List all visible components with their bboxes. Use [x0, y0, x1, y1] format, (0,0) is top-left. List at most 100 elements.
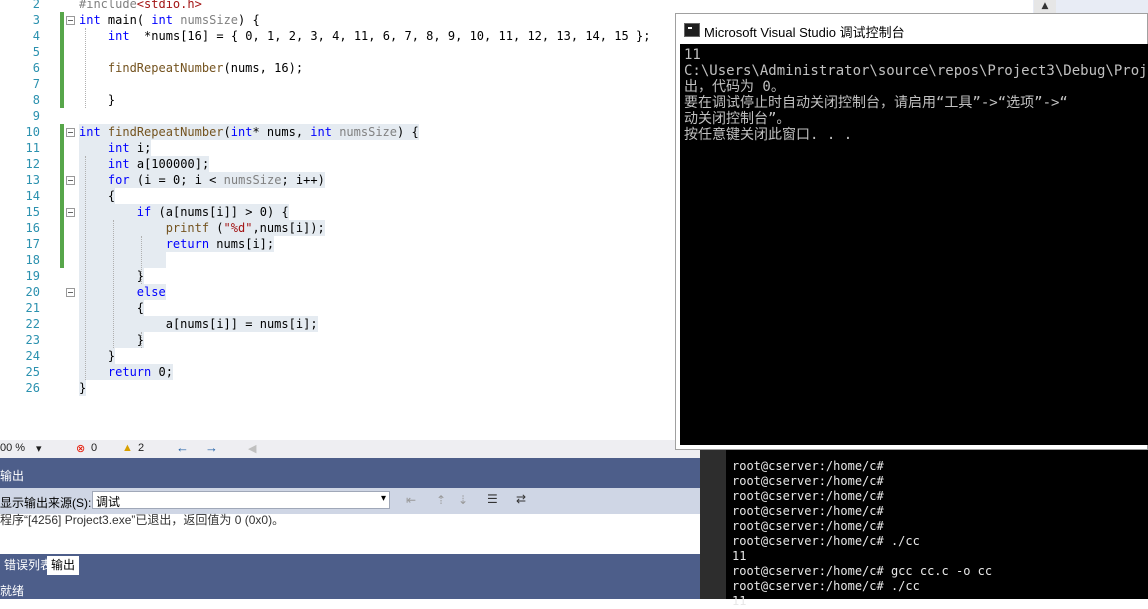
back-arrow-icon[interactable]: ←	[176, 440, 189, 455]
indent-guide	[85, 28, 86, 108]
scroll-left-icon[interactable]: ◀	[248, 442, 256, 455]
line-number: 2	[32, 0, 40, 11]
ssh-terminal[interactable]: root@cserver:/home/c# root@cserver:/home/…	[700, 447, 1148, 608]
code-line[interactable]: return 0;	[79, 364, 173, 380]
error-icon: ⊗	[76, 443, 86, 455]
code-line[interactable]: findRepeatNumber(nums, 16);	[79, 60, 303, 76]
line-number: 21	[25, 301, 40, 315]
line-number: 13	[25, 173, 40, 187]
line-number: 9	[32, 109, 40, 123]
code-line[interactable]: }	[79, 268, 145, 284]
indent-guide	[141, 332, 142, 348]
warning-icon: ▲	[122, 442, 133, 454]
terminal-line: root@cserver:/home/c#	[732, 489, 884, 503]
change-marker	[60, 12, 64, 108]
fold-toggle-icon[interactable]	[66, 176, 75, 185]
code-line[interactable]: else	[79, 284, 166, 300]
output-message: 程序“[4256] Project3.exe”已退出，返回值为 0 (0x0)。	[0, 513, 285, 527]
terminal-line: root@cserver:/home/c#	[732, 519, 884, 533]
terminal-line: root@cserver:/home/c# gcc cc.c -o cc	[732, 564, 993, 578]
clear-all-icon[interactable]: ☰	[487, 492, 498, 506]
console-line: 11	[684, 47, 701, 63]
terminal-line: root@cserver:/home/c# ./cc	[732, 534, 920, 548]
code-line[interactable]: for (i = 0; i < numsSize; i++)	[79, 172, 325, 188]
output-panel-header: 输出	[0, 458, 700, 488]
line-number: 7	[32, 77, 40, 91]
zoom-dropdown-icon[interactable]: ▾	[36, 442, 42, 455]
code-line[interactable]: int findRepeatNumber(int* nums, int nums…	[79, 124, 419, 140]
word-wrap-icon[interactable]: ⇄	[516, 492, 526, 506]
code-line[interactable]: int i;	[79, 140, 152, 156]
output-source-select[interactable]: 调试 ▾	[92, 491, 390, 509]
console-line: C:\Users\Administrator\source\repos\Proj…	[684, 63, 1148, 79]
forward-arrow-icon[interactable]: →	[205, 440, 218, 455]
code-line[interactable]: printf ("%d",nums[i]);	[79, 220, 325, 236]
output-tabs: 错误列表 输出	[0, 554, 700, 577]
code-line[interactable]: #include<stdio.h>	[79, 0, 202, 12]
line-number: 5	[32, 45, 40, 59]
line-number: 16	[25, 221, 40, 235]
line-number: 3	[32, 13, 40, 27]
fold-toggle-icon[interactable]	[66, 288, 75, 297]
change-marker	[60, 124, 64, 268]
line-number: 12	[25, 157, 40, 171]
code-line[interactable]	[79, 252, 166, 268]
indent-guide	[113, 220, 114, 348]
editor-status-bar: 00 % ▾ ⊗ 0 ▲ 2 ← → ◀	[0, 440, 700, 458]
goto-prev-message-icon[interactable]: ⇤	[406, 493, 416, 507]
fold-toggle-icon[interactable]	[66, 208, 75, 217]
line-number: 14	[25, 189, 40, 203]
code-line[interactable]: }	[79, 332, 145, 348]
tab-output[interactable]: 输出	[47, 556, 80, 575]
line-number: 23	[25, 333, 40, 347]
line-number: 6	[32, 61, 40, 75]
code-line[interactable]: a[nums[i]] = nums[i];	[79, 316, 318, 332]
line-number: 25	[25, 365, 40, 379]
terminal-line: 11	[732, 594, 747, 608]
line-number: 24	[25, 349, 40, 363]
warning-count[interactable]: 2	[138, 442, 144, 454]
line-number: 11	[25, 141, 40, 155]
line-number: 4	[32, 29, 40, 43]
code-line[interactable]: int a[100000];	[79, 156, 210, 172]
terminal-line: root@cserver:/home/c#	[732, 474, 884, 488]
console-title: Microsoft Visual Studio 调试控制台	[704, 25, 905, 40]
fold-toggle-icon[interactable]	[66, 128, 75, 137]
fold-toggle-icon[interactable]	[66, 16, 75, 25]
code-line[interactable]: {	[79, 300, 145, 316]
status-text: 就绪	[0, 584, 25, 598]
code-line[interactable]: if (a[nums[i]] > 0) {	[79, 204, 289, 220]
line-number: 17	[25, 237, 40, 251]
terminal-line: root@cserver:/home/c#	[732, 504, 884, 518]
scroll-up-icon[interactable]: ▲	[1034, 0, 1056, 14]
code-line[interactable]: return nums[i];	[79, 236, 275, 252]
output-panel-title: 输出	[0, 469, 25, 483]
line-number: 15	[25, 205, 40, 219]
console-line: 动关闭控制台”。	[684, 111, 791, 127]
indent-guide	[85, 156, 86, 380]
find-prev-icon[interactable]: ⇡	[436, 493, 446, 507]
indent-guide	[141, 236, 142, 284]
line-number: 18	[25, 253, 40, 267]
line-number: 22	[25, 317, 40, 331]
code-line[interactable]: int main( int numsSize) {	[79, 12, 260, 28]
console-line: 要在调试停止时自动关闭控制台，请启用“工具”->“选项”->“	[684, 95, 1068, 111]
code-editor[interactable]: 2 #include<stdio.h> 3 int main( int numsSiz…	[0, 0, 675, 440]
chevron-down-icon: ▾	[380, 493, 386, 504]
debug-console-window[interactable]: Microsoft Visual Studio 调试控制台 11 C:\Users…	[675, 13, 1148, 450]
terminal-line: root@cserver:/home/c# ./cc	[732, 579, 920, 593]
zoom-level[interactable]: 00 %	[0, 442, 25, 454]
code-line[interactable]: int *nums[16] = { 0, 1, 2, 3, 4, 11, 6, …	[79, 28, 651, 44]
line-number: 19	[25, 269, 40, 283]
code-line[interactable]: }	[79, 380, 87, 396]
error-count[interactable]: 0	[91, 442, 97, 454]
terminal-line: 11	[732, 549, 747, 563]
console-app-icon	[684, 23, 700, 37]
console-screen[interactable]: 11 C:\Users\Administrator\source\repos\Pr…	[680, 44, 1148, 445]
line-number: 26	[25, 381, 40, 395]
output-text-area[interactable]: 程序“[4256] Project3.exe”已退出，返回值为 0 (0x0)。	[0, 513, 700, 554]
line-number: 20	[25, 285, 40, 299]
line-number: 10	[25, 125, 40, 139]
terminal-line: root@cserver:/home/c#	[732, 459, 884, 473]
find-next-icon[interactable]: ⇣	[458, 493, 468, 507]
